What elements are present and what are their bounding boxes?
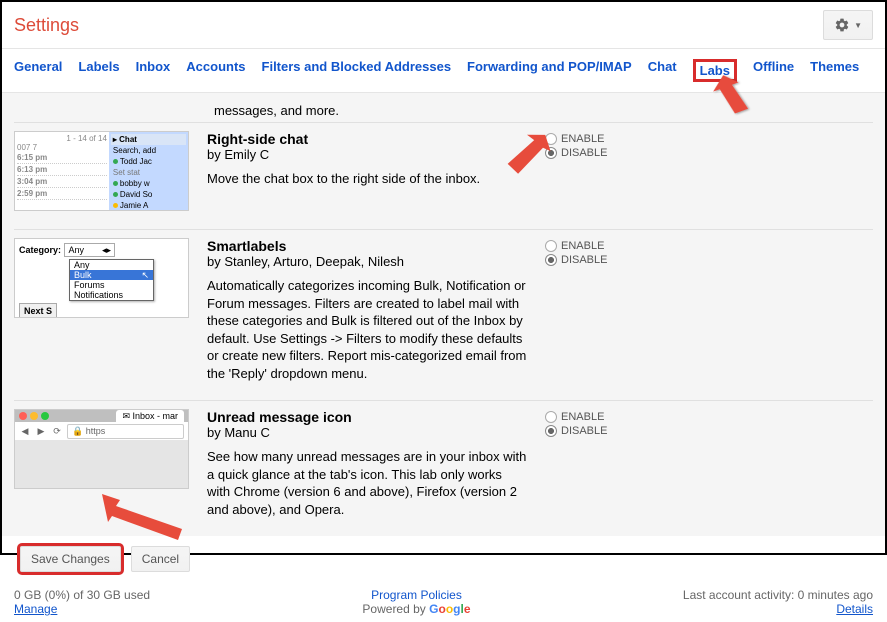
tab-chat[interactable]: Chat [648, 59, 677, 82]
disable-radio[interactable]: DISABLE [545, 425, 655, 437]
lab-row-right-side-chat: 1 - 14 of 14 007 7 6:15 pm 6:13 pm 3:04 … [14, 122, 873, 229]
lab-description: Move the chat box to the right side of t… [207, 170, 527, 188]
tab-accounts[interactable]: Accounts [186, 59, 245, 82]
tab-labels[interactable]: Labels [78, 59, 119, 82]
tab-forwarding[interactable]: Forwarding and POP/IMAP [467, 59, 632, 82]
google-logo: Google [429, 602, 470, 616]
truncated-prev-desc: messages, and more. [214, 103, 873, 118]
lab-author: by Manu C [207, 425, 527, 440]
tab-general[interactable]: General [14, 59, 62, 82]
disable-radio[interactable]: DISABLE [545, 254, 655, 266]
lab-row-unread-icon: ✉ Inbox - mar ◀▶⟳ 🔒 https Unread message… [14, 400, 873, 536]
manage-link[interactable]: Manage [14, 602, 57, 616]
lab-thumbnail: 1 - 14 of 14 007 7 6:15 pm 6:13 pm 3:04 … [14, 131, 189, 211]
tab-labs[interactable]: Labs [693, 59, 737, 82]
settings-tabs: General Labels Inbox Accounts Filters an… [2, 49, 885, 93]
settings-gear-button[interactable]: ▼ [823, 10, 873, 40]
enable-radio[interactable]: ENABLE [545, 133, 655, 145]
enable-radio[interactable]: ENABLE [545, 240, 655, 252]
header: Settings ▼ [2, 2, 885, 49]
tab-filters[interactable]: Filters and Blocked Addresses [262, 59, 452, 82]
enable-radio[interactable]: ENABLE [545, 411, 655, 423]
disable-radio[interactable]: DISABLE [545, 147, 655, 159]
lab-thumbnail: ✉ Inbox - mar ◀▶⟳ 🔒 https [14, 409, 189, 489]
footer: 0 GB (0%) of 30 GB used Manage Program P… [2, 582, 885, 622]
lab-description: Automatically categorizes incoming Bulk,… [207, 277, 527, 382]
powered-by-text: Powered by [362, 602, 425, 616]
lab-title: Right-side chat [207, 131, 527, 147]
gear-icon [834, 17, 850, 33]
button-bar: Save Changes Cancel [2, 536, 885, 582]
page-title: Settings [14, 15, 79, 36]
lab-author: by Stanley, Arturo, Deepak, Nilesh [207, 254, 527, 269]
tab-offline[interactable]: Offline [753, 59, 794, 82]
lab-title: Unread message icon [207, 409, 527, 425]
tab-themes[interactable]: Themes [810, 59, 859, 82]
activity-text: Last account activity: 0 minutes ago [683, 588, 873, 602]
labs-list: messages, and more. 1 - 14 of 14 007 7 6… [2, 93, 885, 536]
program-policies-link[interactable]: Program Policies [371, 588, 462, 602]
dropdown-caret-icon: ▼ [854, 21, 862, 30]
lab-row-smartlabels: Category: Any◂▸ Any Bulk ↖ Forums Notifi… [14, 229, 873, 400]
lab-description: See how many unread messages are in your… [207, 448, 527, 518]
save-changes-button[interactable]: Save Changes [20, 546, 121, 572]
lab-author: by Emily C [207, 147, 527, 162]
details-link[interactable]: Details [836, 602, 873, 616]
lab-title: Smartlabels [207, 238, 527, 254]
cancel-button[interactable]: Cancel [131, 546, 190, 572]
tab-inbox[interactable]: Inbox [136, 59, 171, 82]
storage-text: 0 GB (0%) of 30 GB used [14, 588, 150, 602]
lab-thumbnail: Category: Any◂▸ Any Bulk ↖ Forums Notifi… [14, 238, 189, 318]
